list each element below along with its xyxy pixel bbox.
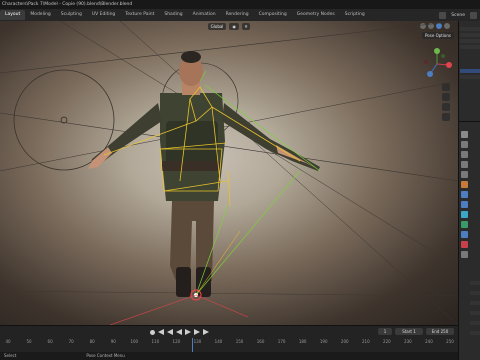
frame-tick-label: 200 [340,339,349,344]
frame-range-fields: 1 Start 1 End 250 [378,328,454,335]
outliner-row-selected[interactable] [460,69,480,73]
frame-tick-label: 240 [425,339,433,344]
bone-properties-icon[interactable] [461,231,468,238]
tab-rendering[interactable]: Rendering [221,10,254,20]
outliner-row[interactable] [460,75,480,79]
frame-tick-label: 250 [446,339,454,344]
outliner-row[interactable] [460,39,480,43]
tab-compositing[interactable]: Compositing [254,10,292,20]
armature-scene [0,21,458,325]
properties-row[interactable] [470,331,480,335]
tab-texture-paint[interactable]: Texture Paint [120,10,159,20]
end-value: 250 [440,329,449,334]
start-frame-field[interactable]: Start 1 [395,328,423,335]
status-bar: Select Pose Context Menu [0,352,458,360]
frame-tick-label: 100 [130,339,139,344]
tab-modeling[interactable]: Modeling [25,10,55,20]
frame-tick-label: 90 [110,339,116,344]
end-frame-field[interactable]: End 250 [426,328,454,335]
frame-tick-label: 110 [151,339,160,344]
properties-row[interactable] [470,281,480,285]
frame-tick-label: 220 [383,339,391,344]
outliner-row[interactable] [460,27,480,31]
status-left: Select [4,353,17,358]
properties-row[interactable] [470,301,480,305]
frame-ruler[interactable]: 40 50 60 70 80 90 100 110 120 130 140 150 160 170 180 1… [0,339,458,347]
workspace-right-controls: Scene [439,11,480,19]
object-properties-icon[interactable] [461,191,468,198]
tab-sculpting[interactable]: Sculpting [56,10,87,20]
workspace-tab-bar: Layout Modeling Sculpting UV Editing Tex… [0,9,480,21]
outliner-row[interactable] [460,45,480,49]
playback-controls [150,329,209,335]
view-layer-properties-icon[interactable] [461,161,468,168]
current-frame-field[interactable]: 1 [378,328,392,335]
frame-tick-label: 40 [5,339,11,344]
properties-row[interactable] [470,311,480,315]
frame-tick-label: 210 [361,339,370,344]
playhead[interactable] [192,338,193,353]
properties-row[interactable] [470,321,480,325]
next-keyframe-icon[interactable] [194,329,200,335]
end-label: End [431,329,440,334]
frame-tick-label: 50 [26,339,32,344]
panel-divider [459,121,480,122]
play-reverse-icon[interactable] [176,329,182,335]
modifier-properties-icon[interactable] [461,201,468,208]
right-side-panel [458,21,480,360]
3d-viewport[interactable]: Global ◉ ⌾ Pose Options [0,21,458,325]
start-label: Start [402,329,412,334]
frame-tick-label: 150 [235,339,244,344]
window-title: Characters\Pack 7\Model - Copie (90).ble… [2,2,133,7]
tool-settings-icon[interactable] [461,131,468,138]
jump-end-icon[interactable] [203,329,209,335]
output-properties-icon[interactable] [461,151,468,158]
frame-tick-label: 140 [214,339,223,344]
tab-animation[interactable]: Animation [188,10,221,20]
physics-properties-icon[interactable] [461,211,468,218]
scene-selector[interactable]: Scene [448,13,468,18]
window-title-bar: Characters\Pack 7\Model - Copie (90).ble… [0,0,480,9]
frame-tick-label: 190 [319,339,328,344]
frame-tick-label: 180 [298,339,307,344]
prev-keyframe-icon[interactable] [167,329,173,335]
jump-start-icon[interactable] [158,329,164,335]
scene-icon[interactable] [439,11,447,19]
material-properties-icon[interactable] [461,241,468,248]
frame-tick-label: 160 [256,339,265,344]
frame-tick-label: 170 [277,339,286,344]
frame-tick-label: 230 [404,339,412,344]
world-properties-icon[interactable] [461,181,468,188]
frame-tick-label: 130 [193,339,202,344]
render-properties-icon[interactable] [461,141,468,148]
status-center: Pose Context Menu [86,353,125,358]
properties-row[interactable] [470,291,480,295]
frame-tick-label: 60 [47,339,53,344]
play-icon[interactable] [185,329,191,335]
scene-properties-icon[interactable] [461,171,468,178]
object-data-properties-icon[interactable] [461,221,468,228]
outliner-row[interactable] [460,33,480,37]
tab-shading[interactable]: Shading [159,10,187,20]
frame-tick-label: 120 [172,339,181,344]
view-layer-icon[interactable] [470,11,477,19]
record-icon[interactable] [150,329,155,335]
tab-layout[interactable]: Layout [0,10,26,20]
tab-uv-editing[interactable]: UV Editing [87,10,120,20]
start-value: 1 [413,329,416,334]
tab-geometry-nodes[interactable]: Geometry Nodes [292,10,340,20]
texture-properties-icon[interactable] [461,251,468,258]
character-model [88,51,320,297]
tab-scripting[interactable]: Scripting [340,10,370,20]
frame-tick-label: 80 [89,339,95,344]
frame-tick-label: 70 [68,339,74,344]
